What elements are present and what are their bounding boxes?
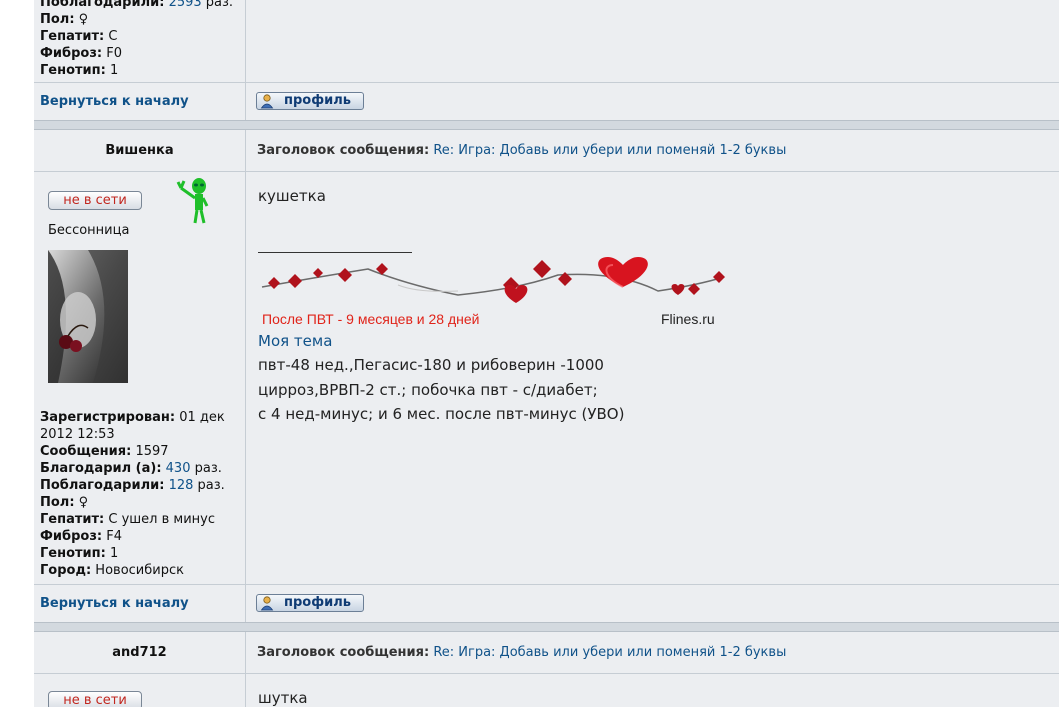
post-separator <box>34 622 1059 632</box>
hearts-flower-banner-image <box>261 257 725 303</box>
forum-topic-view: Поблагодарили: 2593 раз. Пол: ♀ Гепатит:… <box>34 0 1059 707</box>
profile-details-partial: Поблагодарили: 2593 раз. Пол: ♀ Гепатит:… <box>40 0 251 79</box>
offline-status-badge: не в сети <box>48 191 142 210</box>
profile-button-label: профиль <box>284 93 351 108</box>
user-avatar[interactable] <box>48 250 128 383</box>
signature-line: пвт-48 нед.,Пегасис-180 и рибоверин -100… <box>258 356 604 374</box>
thanks-link[interactable]: 2593 <box>169 0 202 10</box>
user-icon <box>260 596 274 611</box>
profile-button-label: профиль <box>284 595 351 610</box>
profile-line: Благодарил (а): 430 раз. <box>40 461 222 476</box>
post-subject: Заголовок сообщения: Re: Игра: Добавь ил… <box>257 143 787 158</box>
profile-line: Город: Новосибирск <box>40 563 184 578</box>
profile-line: Сообщения: 1597 <box>40 444 169 459</box>
user-rank: Бессонница <box>48 223 130 238</box>
signature-line: цирроз,ВРВП-2 ст.; побочка пвт - с/диабе… <box>258 381 598 399</box>
profile-line: Генотип: 1 <box>40 546 119 561</box>
profile-line: Зарегистрирован: 01 дек <box>40 410 225 425</box>
post-author[interactable]: Вишенка <box>34 143 245 158</box>
post-subject-link[interactable]: Re: Игра: Добавь или убери или поменяй 1… <box>433 143 786 158</box>
my-topic-link[interactable]: Моя тема <box>258 332 332 350</box>
profile-line: Поблагодарили: 128 раз. <box>40 478 225 493</box>
signature-separator <box>258 252 412 253</box>
offline-status-badge: не в сети <box>48 691 142 707</box>
profile-details: Зарегистрирован: 01 дек 2012 12:53 Сообщ… <box>40 409 240 579</box>
alien-peace-icon <box>176 178 209 224</box>
profile-button[interactable]: профиль <box>256 594 364 612</box>
flines-banner-credit: Flines.ru <box>661 311 715 327</box>
ptv-counter-banner: После ПВТ - 9 месяцев и 28 дней <box>262 311 480 327</box>
profile-line: Гепатит: C ушел в минус <box>40 512 216 527</box>
row-divider <box>34 584 1059 585</box>
profile-button[interactable]: профиль <box>256 92 364 110</box>
thanked-link[interactable]: 430 <box>166 461 191 476</box>
post-separator <box>34 120 1059 130</box>
back-to-top-link[interactable]: Вернуться к началу <box>40 596 189 611</box>
profile-line: Фиброз: F0 <box>40 46 122 61</box>
profile-line: Пол: ♀ <box>40 12 89 27</box>
row-divider <box>34 82 1059 83</box>
column-separator <box>245 632 246 707</box>
profile-line: Фиброз: F4 <box>40 529 122 544</box>
post-author[interactable]: and712 <box>34 645 245 660</box>
back-to-top-link[interactable]: Вернуться к началу <box>40 94 189 109</box>
post-subject-link[interactable]: Re: Игра: Добавь или убери или поменяй 1… <box>433 645 786 660</box>
user-icon <box>260 94 274 109</box>
profile-line: Пол: ♀ <box>40 495 89 510</box>
profile-line: Поблагодарили: 2593 раз. <box>40 0 251 11</box>
got-thanks-link[interactable]: 128 <box>169 478 194 493</box>
post-message: шутка <box>258 689 308 707</box>
column-separator <box>245 130 246 622</box>
post-subject: Заголовок сообщения: Re: Игра: Добавь ил… <box>257 645 787 660</box>
post-message: кушетка <box>258 187 326 205</box>
signature-line: с 4 нед-минус; и 6 мес. после пвт-минус … <box>258 405 625 423</box>
profile-line: 2012 12:53 <box>40 427 115 442</box>
profile-line: Гепатит: C <box>40 29 118 44</box>
row-divider <box>34 673 1059 674</box>
row-divider <box>34 171 1059 172</box>
profile-line: Генотип: 1 <box>40 63 119 78</box>
